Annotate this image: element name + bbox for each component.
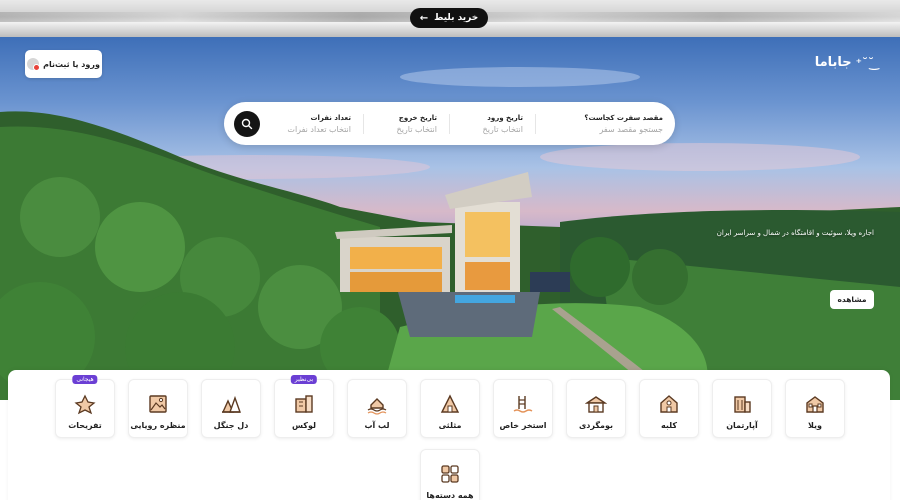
category-all[interactable]: همه دسته‌ها (420, 449, 480, 500)
view-button[interactable]: مشاهده (830, 290, 874, 309)
search-button[interactable] (234, 110, 260, 137)
login-button[interactable]: ورود یا ثبت‌نام (25, 50, 102, 78)
activities-icon (74, 394, 96, 415)
buy-ticket-button[interactable]: خرید بلیط ← (410, 8, 488, 28)
check-in-label: تاریخ ورود (487, 113, 523, 122)
category-apartment[interactable]: آپارتمان (712, 379, 772, 438)
category-label: ویلا (807, 421, 823, 430)
luxury-icon (295, 395, 313, 413)
category-waterfront[interactable]: لب آب (347, 379, 407, 438)
cabin-icon (660, 395, 678, 413)
category-pool[interactable]: استخر خاص (493, 379, 553, 438)
category-cabin[interactable]: کلبه (639, 379, 699, 438)
all-categories-icon (441, 465, 459, 483)
category-label: تفریحات (68, 421, 102, 430)
user-avatar-icon (27, 58, 41, 71)
check-out-label: تاریخ خروج (398, 113, 437, 122)
check-out-field[interactable]: تاریخ خروج انتخاب تاریخ (363, 113, 449, 134)
villa-icon (806, 396, 824, 413)
category-villa[interactable]: ویلا (785, 379, 845, 438)
hero-tagline: اجاره ویلا، سوئیت و اقامتگاه در شمال و س… (716, 229, 874, 237)
waterfront-icon (367, 398, 387, 415)
category-label: لوکس (292, 421, 316, 430)
category-label: دل جنگل (213, 421, 249, 430)
category-label: مثلثی (438, 421, 462, 430)
smile-logo-icon: ˘͜˘⁺ (855, 55, 874, 70)
category-label: کلبه (660, 421, 678, 430)
exciting-badge: هیجانی (72, 375, 98, 384)
view-icon (149, 395, 167, 413)
hero-section: ˘͜˘⁺ جاباما ورود یا ثبت‌نام مقصد سفرت کج… (0, 37, 900, 400)
hero-image (0, 67, 900, 400)
arrow-left-icon: ← (419, 12, 429, 24)
search-bar: مقصد سفرت کجاست؟ جستجو مقصد سفر تاریخ ور… (224, 102, 675, 145)
a-frame-icon (440, 394, 460, 413)
category-label: استخر خاص (499, 421, 547, 430)
category-activities[interactable]: هیجانی تفریحات (55, 375, 115, 438)
category-a-frame[interactable]: مثلثی (420, 379, 480, 438)
login-label: ورود یا ثبت‌نام (43, 59, 100, 69)
destination-placeholder: جستجو مقصد سفر (599, 124, 663, 134)
unique-badge: بی‌نظیر (290, 375, 318, 384)
categories-panel: ویلا آپارتمان کلبه بومگردی استخر خاص مثل… (8, 370, 890, 500)
check-in-field[interactable]: تاریخ ورود انتخاب تاریخ (449, 113, 535, 134)
jabama-logo[interactable]: ˘͜˘⁺ جاباما (815, 55, 874, 70)
pool-icon (513, 396, 533, 413)
guests-placeholder: انتخاب تعداد نفرات (287, 124, 351, 134)
category-label: منظره رویایی (130, 421, 186, 430)
category-label: آپارتمان (726, 421, 758, 430)
category-label: همه دسته‌ها (426, 491, 474, 500)
search-icon (241, 118, 253, 129)
category-luxury[interactable]: بی‌نظیر لوکس (274, 375, 334, 438)
guests-label: تعداد نفرات (310, 113, 351, 122)
buy-ticket-label: خرید بلیط (434, 13, 479, 23)
category-label: لب آب (364, 421, 390, 430)
category-ecolodge[interactable]: بومگردی (566, 379, 626, 438)
check-in-placeholder: انتخاب تاریخ (482, 124, 523, 134)
destination-field[interactable]: مقصد سفرت کجاست؟ جستجو مقصد سفر (535, 113, 675, 134)
apartment-icon (734, 396, 751, 413)
top-banner[interactable]: خرید بلیط ← (0, 0, 900, 37)
category-forest[interactable]: دل جنگل (201, 379, 261, 438)
guests-field[interactable]: تعداد نفرات انتخاب تعداد نفرات (268, 114, 363, 134)
forest-icon (221, 395, 241, 413)
ecolodge-icon (585, 396, 607, 413)
logo-text: جاباما (814, 55, 852, 70)
category-view[interactable]: منظره رویایی (128, 379, 188, 438)
category-label: بومگردی (578, 421, 614, 430)
check-out-placeholder: انتخاب تاریخ (396, 124, 437, 134)
destination-label: مقصد سفرت کجاست؟ (584, 113, 663, 122)
